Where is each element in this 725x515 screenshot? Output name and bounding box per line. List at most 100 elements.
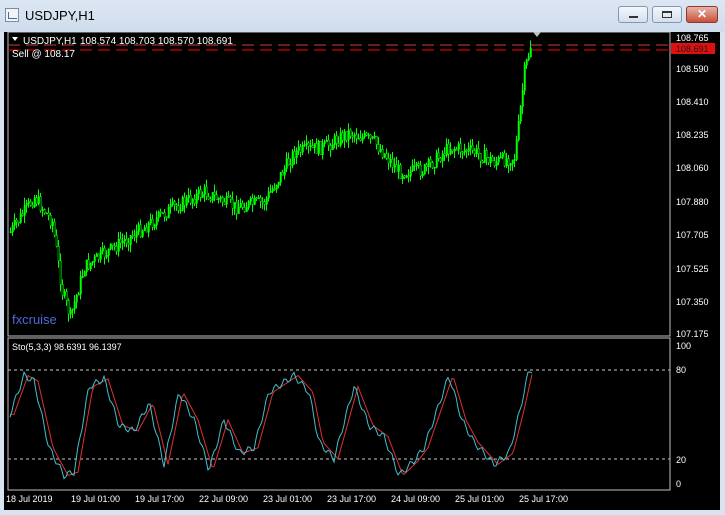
minimize-icon [629, 16, 638, 18]
close-button[interactable]: ✕ [686, 6, 718, 23]
candle-body [77, 293, 80, 296]
indicator-panel-frame [7, 337, 671, 491]
candle-body [211, 192, 214, 201]
candle-body [315, 143, 318, 154]
candle-body [285, 158, 288, 169]
candle-body [239, 203, 242, 208]
ohlc-values: 108.574 108.703 108.570 108.691 [80, 36, 233, 47]
candle-body [149, 219, 152, 224]
candle-body [71, 308, 74, 311]
candle-body [351, 135, 354, 138]
time-tick: 24 Jul 09:00 [391, 494, 440, 504]
candle-body [295, 150, 298, 158]
candle-body [383, 153, 386, 158]
candle-body [431, 162, 434, 169]
candle-body [363, 132, 366, 138]
chart-window[interactable]: USDJPY,H1 108.574 108.703 108.570 108.69… [4, 31, 720, 510]
candle-body [139, 224, 142, 237]
chart-canvas[interactable]: USDJPY,H1 108.574 108.703 108.570 108.69… [4, 31, 720, 510]
candle-body [277, 182, 280, 186]
candle-body [87, 259, 90, 270]
candle-body [283, 168, 286, 176]
candle-body [439, 157, 442, 162]
candle-body [327, 139, 330, 146]
candle-body [409, 170, 412, 177]
indicator-tick: 0 [676, 479, 681, 489]
candle-body [355, 134, 358, 139]
candle-body [83, 271, 86, 277]
candle-body [13, 220, 16, 226]
candle-body [453, 148, 456, 152]
candle-body [527, 56, 530, 61]
candle-body [9, 231, 12, 234]
candle-body [299, 146, 302, 153]
candle-body [429, 159, 432, 163]
candle-body [413, 165, 416, 167]
candle-body [375, 136, 378, 145]
price-axis: 108.765 108.590 108.410 108.235 108.060 … [676, 33, 709, 339]
candle-body [85, 259, 88, 272]
indicator-tick: 20 [676, 455, 686, 465]
candles [9, 40, 532, 322]
candle-body [447, 143, 450, 155]
candle-body [305, 142, 308, 145]
candle-body [137, 224, 140, 232]
time-tick: 19 Jul 17:00 [135, 494, 184, 504]
candle-body [213, 192, 216, 196]
candle-body [197, 189, 200, 194]
candle-body [459, 143, 462, 153]
shift-marker-icon[interactable] [533, 32, 541, 37]
candle-body [289, 164, 292, 167]
candle-body [209, 198, 212, 201]
candle-body [247, 200, 250, 208]
candle-body [307, 142, 310, 147]
price-panel-frame [7, 31, 671, 337]
candle-body [19, 213, 22, 223]
chart-window-icon [5, 8, 19, 22]
title-bar: USDJPY,H1 ✕ [0, 0, 725, 32]
candle-body [349, 129, 352, 137]
candle-body [403, 175, 406, 178]
candle-body [329, 145, 332, 150]
price-tick: 108.590 [676, 64, 709, 74]
maximize-button[interactable] [652, 6, 682, 23]
candle-body [113, 245, 116, 247]
candle-body [321, 143, 324, 155]
candle-body [23, 205, 26, 216]
candle-body [367, 134, 370, 137]
stochastic-lines [9, 370, 533, 480]
candle-body [231, 198, 234, 209]
indicator-label: Sto(5,3,3) 98.6391 96.1397 [12, 342, 122, 352]
candle-body [57, 246, 60, 262]
candle-body [79, 276, 82, 295]
watermark: fxcruise [12, 312, 57, 327]
candle-body [37, 196, 40, 204]
candle-body [345, 131, 348, 141]
candle-body [95, 253, 98, 257]
candle-body [217, 198, 220, 200]
candle-body [107, 248, 110, 256]
candle-body [141, 230, 144, 237]
candle-body [147, 222, 150, 233]
candle-body [477, 148, 480, 154]
candle-body [261, 201, 264, 203]
candle-body [109, 243, 112, 250]
stoch-main [9, 370, 533, 480]
candle-body [163, 212, 166, 218]
candle-body [243, 207, 246, 212]
candle-body [15, 220, 18, 223]
collapse-arrow-icon[interactable] [12, 37, 18, 41]
candle-body [67, 300, 70, 315]
candle-body [517, 121, 520, 141]
candle-body [359, 137, 362, 141]
indicator-tick: 100 [676, 341, 691, 351]
candle-body [309, 145, 312, 147]
time-tick: 22 Jul 09:00 [199, 494, 248, 504]
minimize-button[interactable] [618, 6, 648, 23]
candle-body [415, 163, 418, 166]
candle-body [497, 157, 500, 163]
candle-body [393, 164, 396, 168]
candle-body [523, 64, 526, 91]
candle-body [195, 193, 198, 204]
symbol-header: USDJPY,H1 [23, 36, 77, 47]
